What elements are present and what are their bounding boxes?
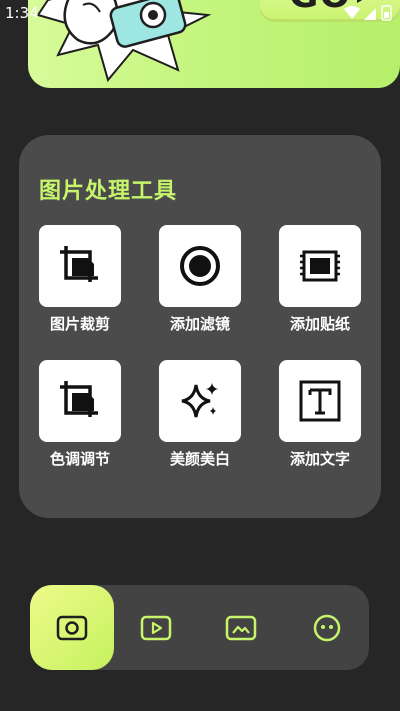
tool-filter[interactable]: 添加滤镜 [158, 225, 242, 334]
filter-icon [180, 246, 220, 286]
tool-tile[interactable] [39, 225, 121, 307]
tool-label: 添加贴纸 [289, 315, 350, 333]
nav-item-camera[interactable] [30, 585, 114, 670]
tool-tile[interactable] [279, 360, 361, 442]
bottom-nav [30, 585, 369, 670]
status-time: 1:34 [5, 4, 39, 22]
tool-tile[interactable] [39, 360, 121, 442]
camera-icon [56, 615, 88, 640]
tone-crop-icon [60, 381, 98, 417]
tool-tile[interactable] [159, 225, 241, 307]
panel-title: 图片处理工具 [39, 179, 178, 204]
status-icons [344, 5, 392, 21]
tool-tone[interactable]: 色调调节 [38, 360, 122, 469]
tool-beauty[interactable]: 美颜美白 [158, 360, 242, 469]
status-bar: 1:34 [0, 0, 400, 26]
image-icon [225, 615, 257, 640]
face-icon [313, 614, 341, 641]
tool-tile[interactable] [159, 360, 241, 442]
sticker-icon [300, 250, 340, 282]
wifi-icon [344, 6, 360, 19]
sparkle-icon [181, 383, 218, 418]
tool-label: 美颜美白 [169, 450, 230, 468]
tool-label: 添加滤镜 [169, 315, 230, 333]
crop-icon [60, 246, 98, 282]
signal-icon [364, 8, 376, 20]
tool-label: 添加文字 [289, 450, 350, 468]
tool-sticker[interactable]: 添加贴纸 [278, 225, 362, 334]
tool-label: 色调调节 [49, 450, 110, 468]
tools-panel: 图片处理工具 图片裁剪 添加滤镜 添加贴纸 色调调节 美颜美白 添加文字 [19, 135, 381, 518]
nav-item-gallery[interactable] [199, 585, 283, 670]
tool-crop[interactable]: 图片裁剪 [38, 225, 122, 334]
nav-item-video[interactable] [114, 585, 198, 670]
tool-label: 图片裁剪 [49, 315, 110, 333]
play-icon [140, 615, 172, 640]
tool-text[interactable]: 添加文字 [278, 360, 362, 469]
text-icon [299, 380, 341, 422]
tool-tile[interactable] [279, 225, 361, 307]
nav-item-profile[interactable] [285, 585, 369, 670]
